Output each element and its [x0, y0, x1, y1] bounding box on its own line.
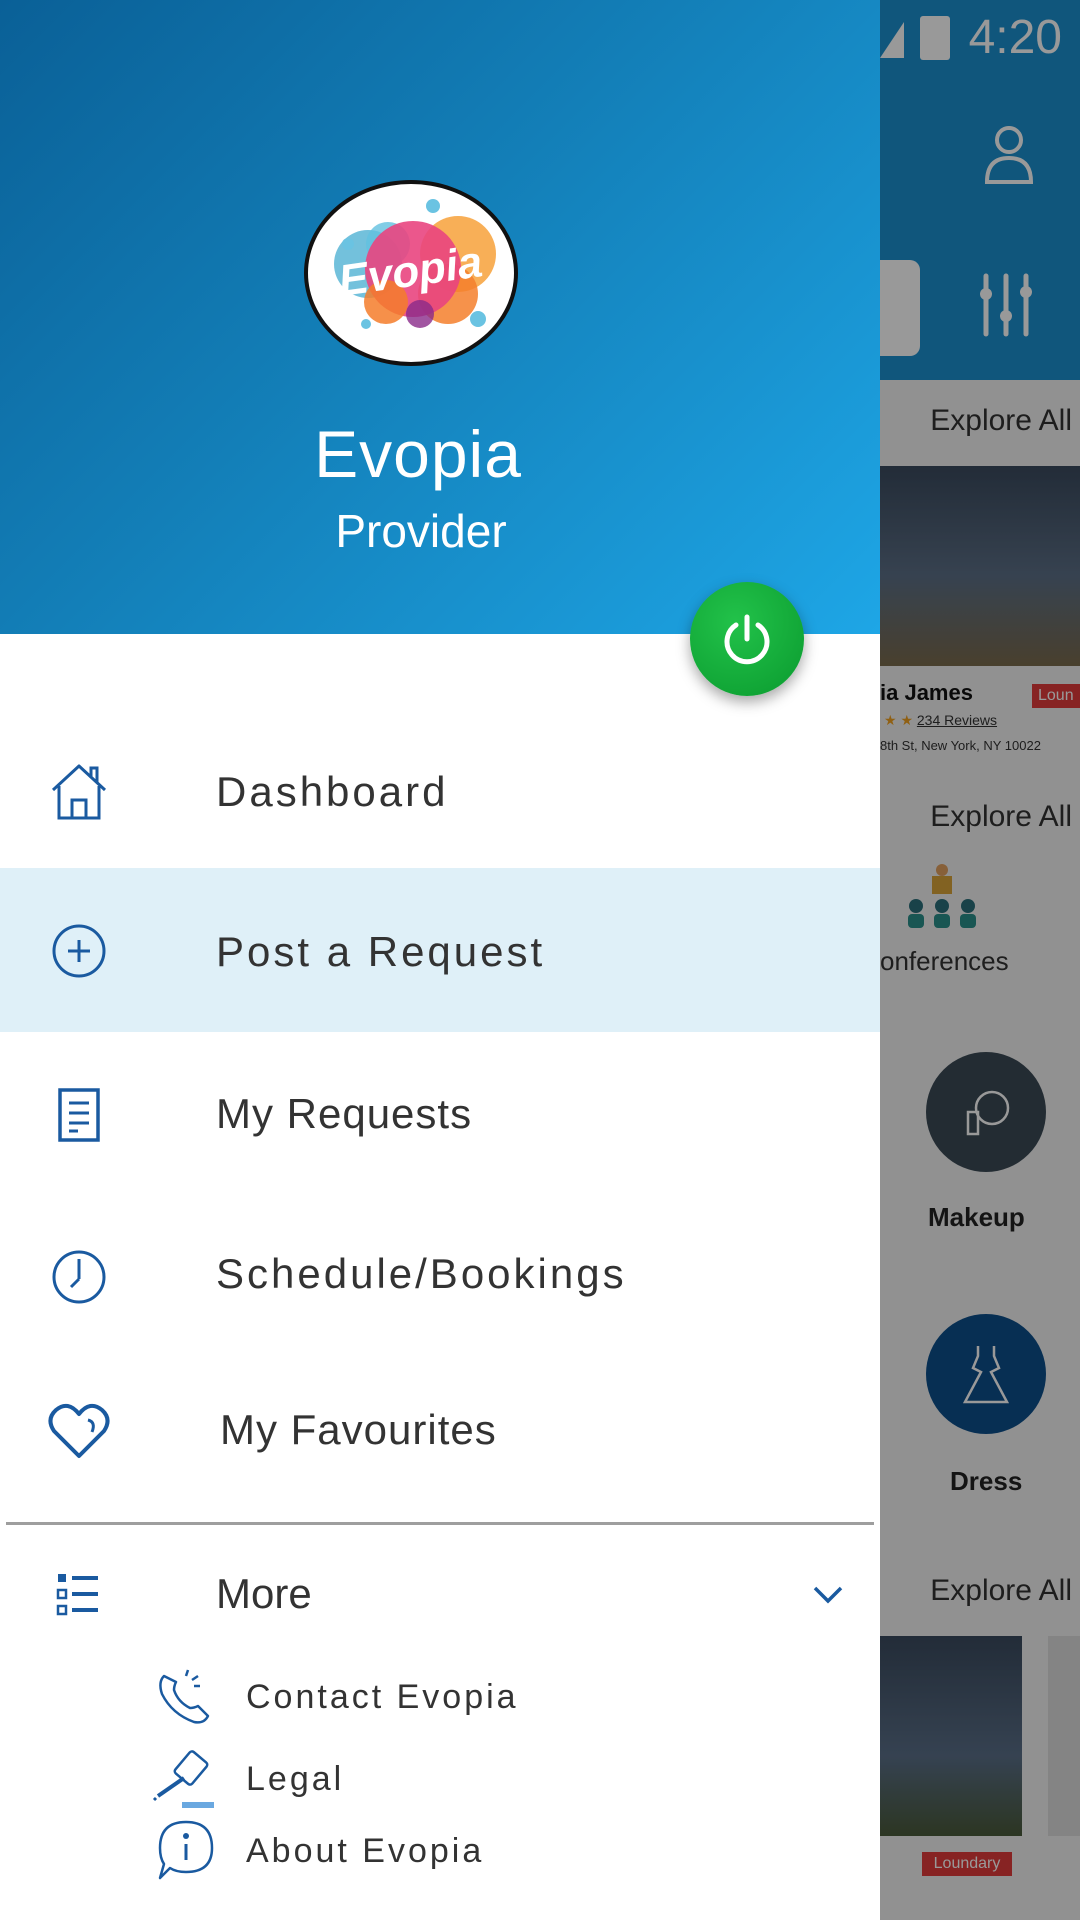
brand-name: Evopia — [314, 417, 522, 491]
submenu-item-about[interactable]: About Evopia — [150, 1818, 850, 1888]
chevron-down-icon[interactable] — [810, 1580, 846, 1610]
menu-item-my-favourites[interactable]: My Favourites — [0, 1352, 880, 1512]
menu-divider — [6, 1522, 874, 1525]
clock-icon — [44, 1242, 114, 1312]
menu-item-label: Dashboard — [216, 768, 449, 815]
info-bubble-icon — [158, 1820, 214, 1880]
menu-item-label: My Requests — [216, 1090, 473, 1137]
submenu-label: Legal — [246, 1760, 345, 1798]
list-icon — [56, 1574, 98, 1616]
document-icon — [44, 1080, 114, 1150]
evopia-logo-image: Evopia — [334, 199, 496, 329]
menu-item-more[interactable]: More — [0, 1540, 880, 1650]
home-icon — [44, 756, 114, 826]
user-role: Provider — [335, 505, 507, 557]
phone-icon — [159, 1669, 210, 1724]
menu-item-post-request[interactable]: Post a Request — [0, 868, 880, 1032]
plus-circle-icon — [44, 916, 114, 986]
navigation-drawer: Evopia Evopia Provider Dashboard Post a … — [0, 0, 880, 1920]
submenu-item-contact[interactable]: Contact Evopia — [150, 1664, 850, 1734]
power-icon — [724, 614, 770, 665]
submenu-item-legal[interactable]: Legal — [150, 1746, 850, 1816]
logout-button[interactable] — [690, 582, 804, 696]
gavel-icon — [152, 1750, 214, 1808]
submenu-label: About Evopia — [246, 1832, 485, 1870]
heart-icon — [44, 1396, 114, 1466]
menu-item-label: My Favourites — [220, 1406, 497, 1453]
submenu-label: Contact Evopia — [246, 1678, 519, 1716]
menu-item-schedule-bookings[interactable]: Schedule/Bookings — [0, 1192, 880, 1352]
menu-item-my-requests[interactable]: My Requests — [0, 1032, 880, 1192]
brand-logo: Evopia — [304, 180, 518, 366]
more-label: More — [216, 1570, 312, 1617]
menu-item-label: Schedule/Bookings — [216, 1250, 627, 1297]
menu-item-label: Post a Request — [216, 928, 546, 975]
menu-item-dashboard[interactable]: Dashboard — [0, 710, 880, 870]
drawer-header: Evopia Evopia Provider — [0, 0, 880, 634]
